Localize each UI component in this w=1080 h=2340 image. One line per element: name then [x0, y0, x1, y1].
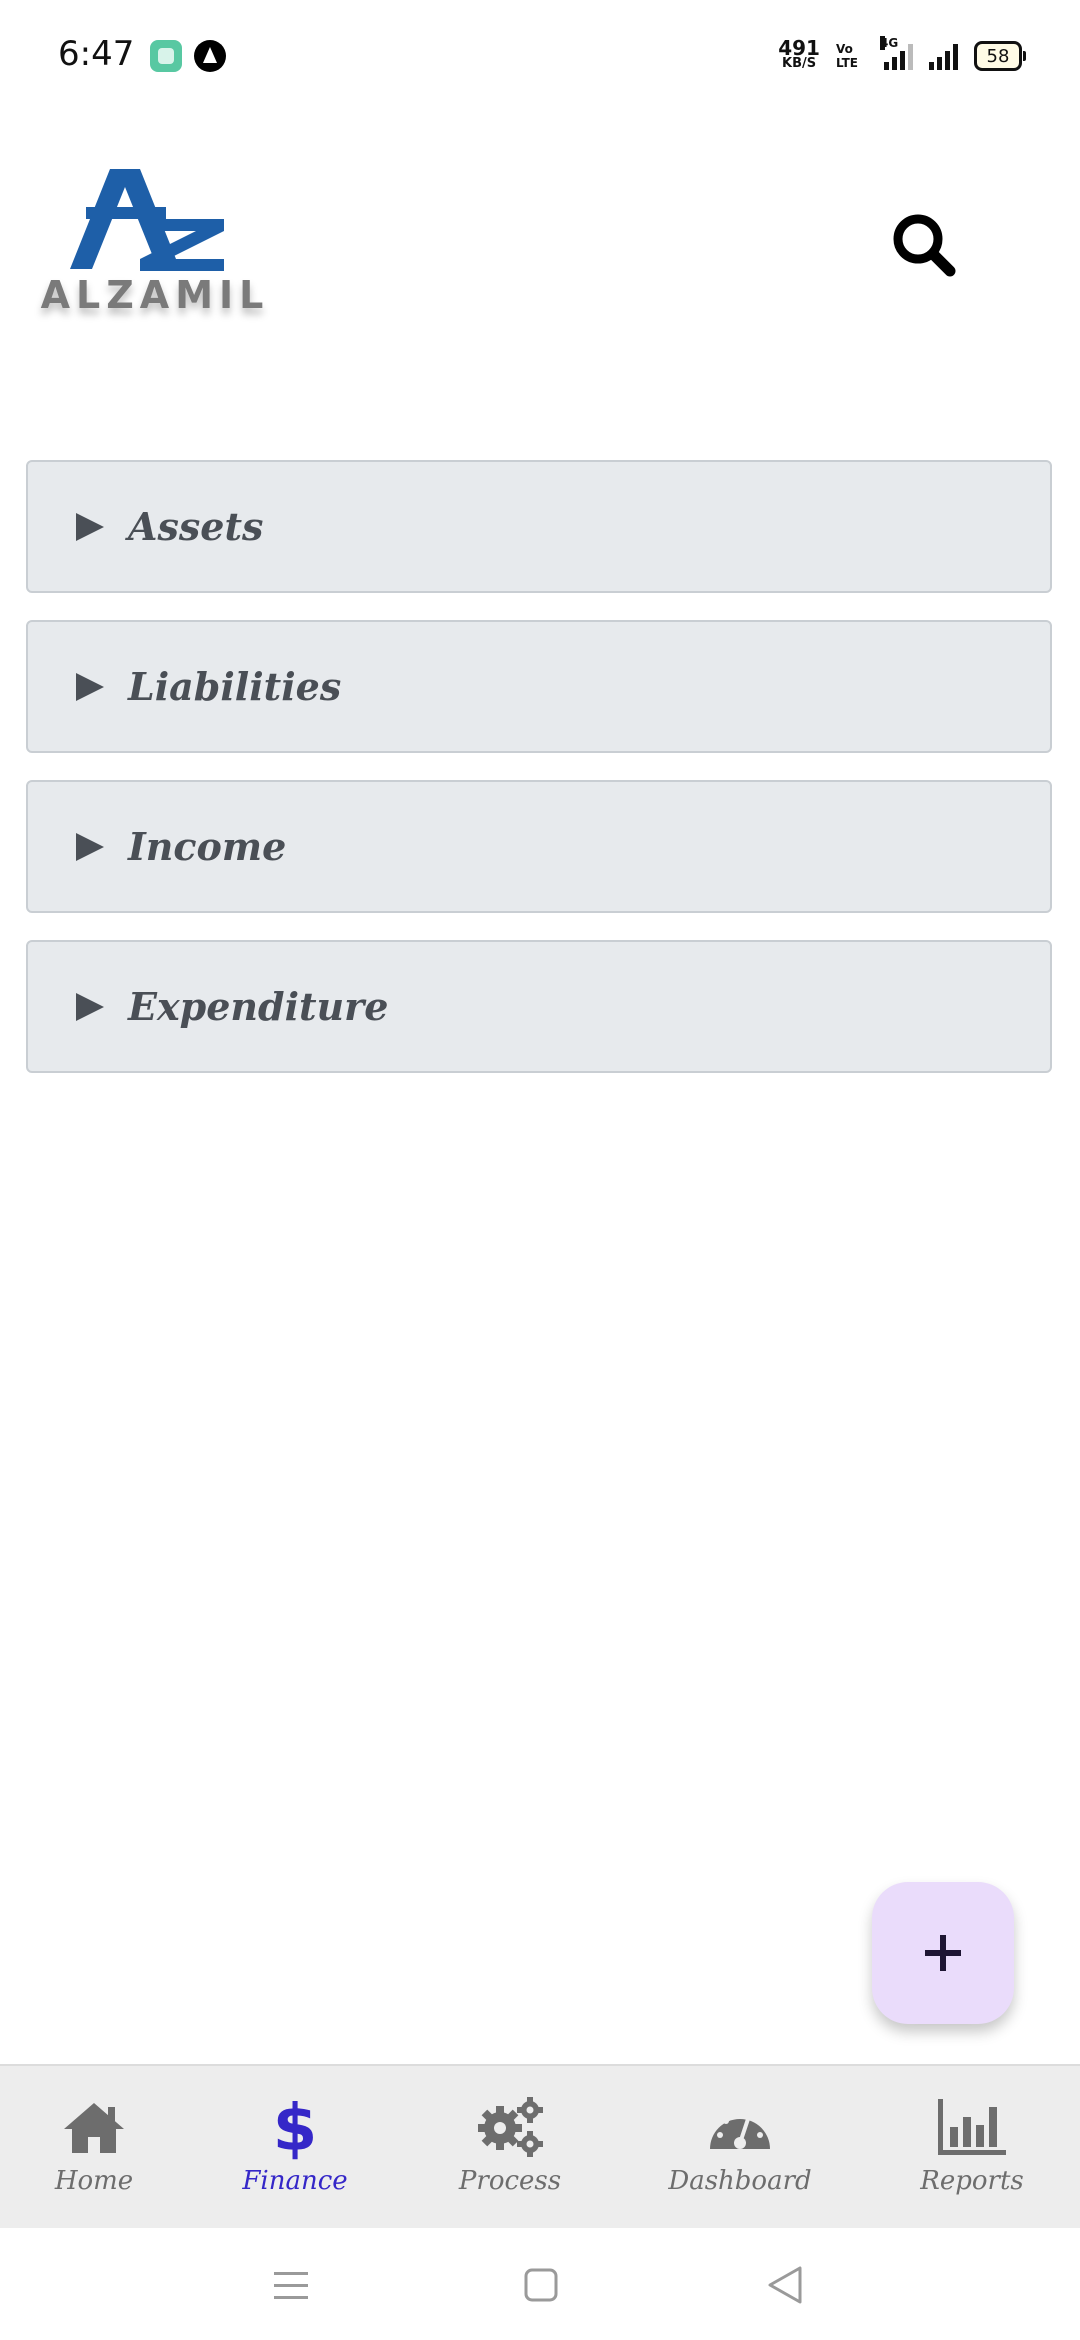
nav-item-finance[interactable]: $ Finance — [230, 2066, 360, 2230]
signal-4g-icon: 4G — [880, 36, 913, 70]
expand-arrow-icon — [76, 832, 104, 861]
back-triangle-icon[interactable] — [760, 2260, 810, 2310]
navigation-app-icon — [194, 40, 226, 72]
accordion-item-expenditure[interactable]: Expenditure — [26, 940, 1052, 1073]
nav-label: Reports — [920, 2166, 1024, 2196]
expand-arrow-icon — [76, 672, 104, 701]
status-indicators: 491 KB/S Vo LTE 4G 58 — [778, 36, 1026, 76]
finance-categories-accordion: Assets Liabilities Income Expenditure — [26, 460, 1054, 1100]
gauge-icon — [700, 2094, 780, 2160]
accordion-label: Assets — [128, 504, 264, 549]
alzamil-logo: ALZAMIL — [40, 165, 270, 325]
volte-top-label: Vo — [835, 42, 853, 56]
nav-item-dashboard[interactable]: Dashboard — [668, 2066, 812, 2230]
search-icon — [893, 214, 956, 277]
search-button[interactable] — [880, 205, 970, 285]
bottom-navigation: Home $ Finance Process Dashboard Reports — [0, 2064, 1080, 2230]
status-bar: 6:47 491 KB/S Vo LTE 4G 58 — [0, 0, 1080, 110]
logo-text: ALZAMIL — [40, 273, 270, 317]
add-button[interactable] — [872, 1882, 1014, 2024]
system-navigation-bar — [0, 2228, 1080, 2340]
app-notification-icon — [150, 40, 182, 72]
svg-text:$: $ — [273, 2094, 318, 2160]
accordion-item-income[interactable]: Income — [26, 780, 1052, 913]
nav-label: Dashboard — [668, 2166, 812, 2196]
home-square-icon[interactable] — [516, 2260, 566, 2310]
logo-mark — [70, 169, 224, 271]
nav-label: Home — [54, 2166, 134, 2196]
dollar-icon: $ — [255, 2094, 335, 2160]
expand-arrow-icon — [76, 992, 104, 1021]
plus-icon — [925, 1935, 961, 1971]
accordion-label: Liabilities — [128, 664, 342, 709]
accordion-label: Income — [128, 824, 287, 869]
volte-bottom-label: LTE — [835, 56, 858, 70]
bar-chart-icon — [932, 2094, 1012, 2160]
battery-level: 58 — [986, 45, 1010, 67]
signal-strength-icon — [929, 42, 958, 70]
nav-label: Process — [458, 2166, 562, 2196]
network-speed-unit: KB/S — [782, 56, 817, 71]
nav-label: Finance — [242, 2166, 348, 2196]
network-speed-value: 491 — [778, 36, 820, 60]
gears-icon — [470, 2094, 550, 2160]
network-type-label: 4G — [880, 36, 899, 50]
menu-icon[interactable] — [266, 2260, 316, 2310]
accordion-item-liabilities[interactable]: Liabilities — [26, 620, 1052, 753]
nav-item-process[interactable]: Process — [445, 2066, 575, 2230]
volte-icon: Vo LTE — [836, 42, 858, 70]
finance-screen: 6:47 491 KB/S Vo LTE 4G 58 ALZAMIL Asset… — [0, 0, 1080, 2340]
network-speed: 491 KB/S — [778, 36, 820, 72]
home-icon — [54, 2094, 134, 2160]
accordion-label: Expenditure — [128, 984, 389, 1029]
nav-item-home[interactable]: Home — [34, 2066, 154, 2230]
expand-arrow-icon — [76, 512, 104, 541]
battery-icon: 58 — [974, 41, 1026, 71]
status-time: 6:47 — [58, 34, 135, 74]
accordion-item-assets[interactable]: Assets — [26, 460, 1052, 593]
nav-item-reports[interactable]: Reports — [912, 2066, 1032, 2230]
